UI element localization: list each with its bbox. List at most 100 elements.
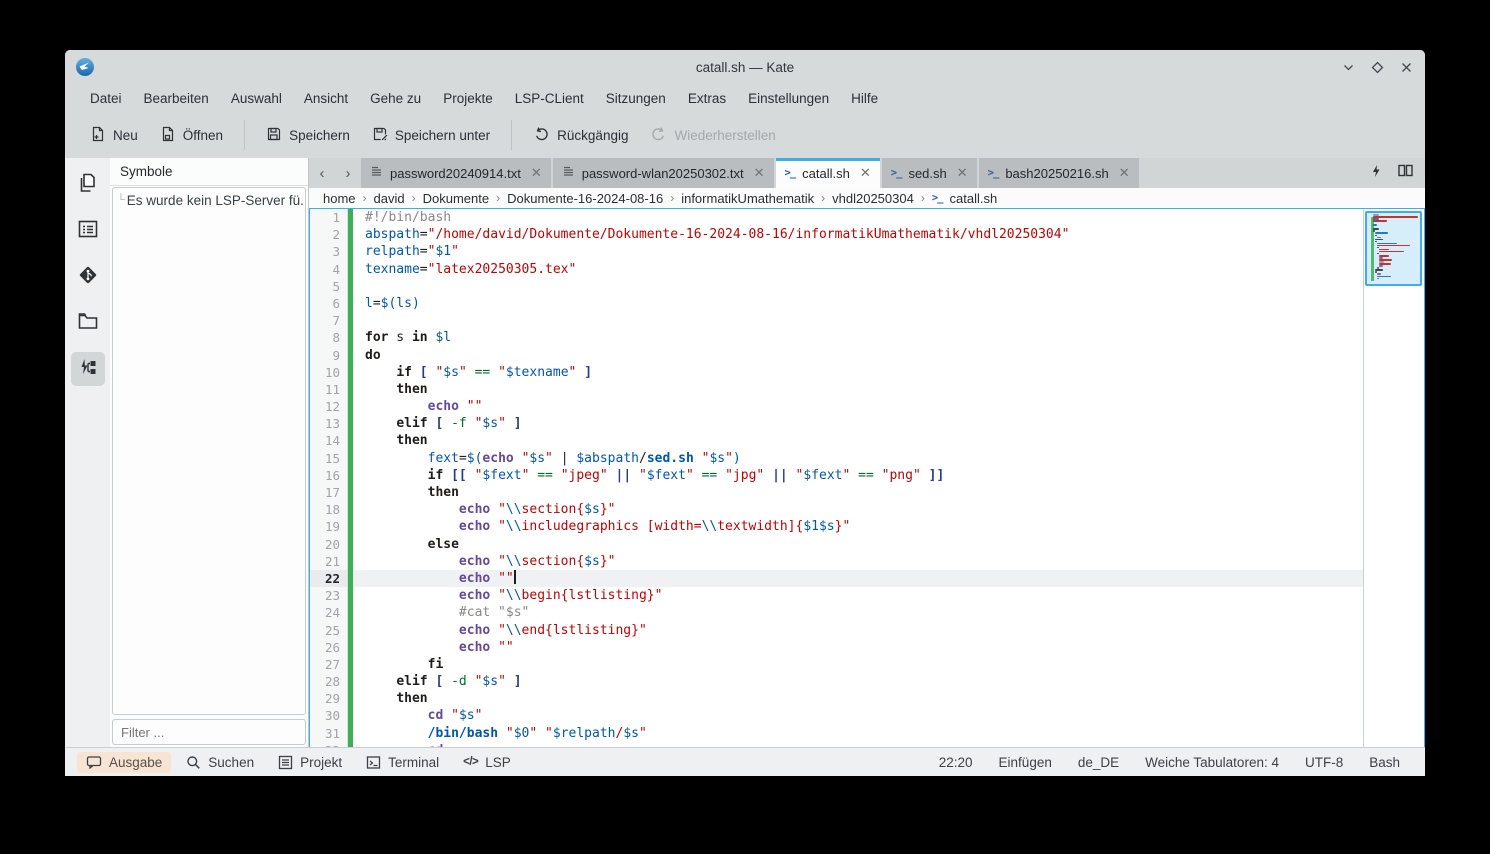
breadcrumb-segment[interactable]: david: [374, 191, 405, 206]
code-line-17[interactable]: 17 then: [310, 484, 1363, 502]
speichern-button[interactable]: Speichern: [255, 119, 361, 152]
menu-projekte[interactable]: Projekte: [432, 88, 504, 109]
tab-password20240914.txt[interactable]: password20240914.txt ✕: [361, 158, 551, 188]
code-text: relpath="$1": [365, 244, 459, 260]
code-line-18[interactable]: 18 echo "\\section{$s}": [310, 501, 1363, 519]
code-line-29[interactable]: 29 then: [310, 690, 1363, 708]
tab-close-icon[interactable]: ✕: [528, 165, 542, 181]
tab-close-icon[interactable]: ✕: [1116, 165, 1130, 181]
menu-auswahl[interactable]: Auswahl: [220, 88, 293, 109]
statusbar-field[interactable]: de_DE: [1065, 755, 1132, 770]
statusbar-lsp-toggle[interactable]: </> LSP: [454, 752, 520, 773]
code-line-27[interactable]: 27 fi: [310, 655, 1363, 674]
maximize-button[interactable]: [1371, 61, 1384, 74]
code-line-9[interactable]: 9 do: [310, 346, 1363, 364]
code-line-2[interactable]: 2 abspath="/home/david/Dokumente/Dokument…: [310, 226, 1363, 244]
tab-bash20250216.sh[interactable]: >_ bash20250216.sh ✕: [978, 158, 1139, 188]
symbols-tree[interactable]: └ Es wurde kein LSP-Server fü...: [112, 187, 306, 715]
minimize-button[interactable]: [1342, 61, 1355, 74]
breadcrumb-file[interactable]: catall.sh: [950, 191, 998, 206]
code-line-24[interactable]: 24 #cat "$s": [310, 604, 1363, 622]
menu-hilfe[interactable]: Hilfe: [840, 88, 889, 109]
minimap-scrollbar[interactable]: [1363, 209, 1424, 747]
code-line-14[interactable]: 14 then: [310, 432, 1363, 450]
code-text: echo "\\section{$s}": [458, 502, 616, 518]
code-line-6[interactable]: 6 l=$(ls): [310, 294, 1363, 313]
breadcrumb-segment[interactable]: Dokumente: [423, 191, 489, 206]
tab-close-icon[interactable]: ✕: [954, 165, 968, 181]
line-number: 22: [310, 569, 348, 588]
split-view-icon[interactable]: [1398, 164, 1413, 182]
filter-input[interactable]: [112, 719, 306, 745]
close-button[interactable]: [1400, 61, 1413, 74]
code-line-11[interactable]: 11 then: [310, 380, 1363, 399]
menu-bearbeiten[interactable]: Bearbeiten: [133, 88, 220, 109]
code-line-15[interactable]: 15 fext=$(echo "$s" | $abspath/sed.sh "$…: [310, 449, 1363, 467]
code-editor[interactable]: 1 #!/bin/bash 2 abspath="/home/david/Dokume…: [310, 209, 1363, 747]
minimap-viewport[interactable]: [1365, 211, 1422, 286]
code-line-8[interactable]: 8 for s in $l: [310, 329, 1363, 347]
sidebar-tool-lsp-symbols-icon[interactable]: [70, 352, 105, 386]
code-line-12[interactable]: 12 echo "": [310, 398, 1363, 416]
sidebar-tool-documents-icon[interactable]: [71, 168, 105, 202]
titlebar[interactable]: catall.sh — Kate: [65, 50, 1425, 84]
tab-sed.sh[interactable]: >_ sed.sh ✕: [881, 158, 977, 188]
code-line-23[interactable]: 23 echo "\\begin{lstlisting}": [310, 587, 1363, 605]
code-line-7[interactable]: 7: [310, 312, 1363, 330]
code-line-5[interactable]: 5: [310, 277, 1363, 295]
code-line-3[interactable]: 3 relpath="$1": [310, 243, 1363, 261]
code-line-4[interactable]: 4 texname="latex20250305.tex": [310, 260, 1363, 278]
menu-gehe-zu[interactable]: Gehe zu: [359, 88, 432, 109]
lightning-icon[interactable]: [1370, 164, 1382, 183]
code-text: echo "\\section{$s}": [458, 553, 616, 569]
menu-extras[interactable]: Extras: [677, 88, 737, 109]
code-line-21[interactable]: 21 echo "\\section{$s}": [310, 552, 1363, 570]
statusbar-field[interactable]: Weiche Tabulatoren: 4: [1132, 755, 1292, 770]
code-line-28[interactable]: 28 elif [ -d "$s" ]: [310, 673, 1363, 691]
breadcrumb-segment[interactable]: Dokumente-16-2024-08-16: [507, 191, 663, 206]
tabs-back-arrow[interactable]: ‹: [309, 158, 335, 188]
tabs-forward-arrow[interactable]: ›: [335, 158, 361, 188]
code-line-16[interactable]: 16 if [[ "$fext" == "jpeg" || "$fext" ==…: [310, 466, 1363, 484]
sidebar-tool-git-icon[interactable]: [71, 260, 105, 294]
statusbar-suchen-toggle[interactable]: Suchen: [177, 752, 263, 773]
menu-ansicht[interactable]: Ansicht: [293, 88, 359, 109]
menu-einstellungen[interactable]: Einstellungen: [737, 88, 840, 109]
rückgängig-button[interactable]: Rückgängig: [522, 119, 639, 152]
breadcrumb-segment[interactable]: vhdl20250304: [832, 191, 914, 206]
code-line-20[interactable]: 20 else: [310, 535, 1363, 553]
code-line-13[interactable]: 13 elif [ -f "$s" ]: [310, 415, 1363, 433]
tab-close-icon[interactable]: ✕: [751, 165, 765, 181]
statusbar-ausgabe-toggle[interactable]: Ausgabe: [77, 751, 172, 773]
menu-lsp-client[interactable]: LSP-CLient: [504, 88, 595, 109]
tab-password-wlan20250302.txt[interactable]: password-wlan20250302.txt ✕: [552, 158, 774, 188]
code-line-22[interactable]: 22 echo "": [310, 569, 1363, 588]
statusbar-field[interactable]: UTF-8: [1292, 755, 1356, 770]
code-line-31[interactable]: 31 /bin/bash "$0" "$relpath/$s": [310, 724, 1363, 742]
git-icon: [77, 264, 99, 291]
neu-button[interactable]: Neu: [79, 119, 149, 152]
statusbar-field[interactable]: Einfügen: [986, 755, 1065, 770]
code-line-30[interactable]: 30 cd "$s": [310, 707, 1363, 725]
menu-datei[interactable]: Datei: [79, 88, 133, 109]
code-line-10[interactable]: 10 if [ "$s" == "$texname" ]: [310, 363, 1363, 381]
code-line-25[interactable]: 25 echo "\\end{lstlisting}": [310, 621, 1363, 639]
code-text: texname="latex20250305.tex": [365, 261, 577, 277]
tab-close-icon[interactable]: ✕: [857, 165, 871, 181]
code-text: then: [427, 485, 459, 500]
menu-sitzungen[interactable]: Sitzungen: [595, 88, 677, 109]
code-line-19[interactable]: 19 echo "\\includegraphics [width=\\text…: [310, 518, 1363, 536]
statusbar-projekt-toggle[interactable]: Projekt: [269, 752, 351, 773]
speichern-unter-button[interactable]: Speichern unter: [361, 119, 501, 152]
sidebar-tool-list-window-icon[interactable]: [71, 214, 105, 248]
sidebar-tool-folder-icon[interactable]: [71, 306, 105, 340]
breadcrumb-segment[interactable]: home: [323, 191, 356, 206]
code-line-1[interactable]: 1 #!/bin/bash: [310, 209, 1363, 227]
statusbar-field[interactable]: Bash: [1356, 755, 1413, 770]
statusbar-terminal-toggle[interactable]: Terminal: [357, 752, 448, 773]
breadcrumb-segment[interactable]: informatikUmathematik: [681, 191, 814, 206]
statusbar-field[interactable]: 22:20: [926, 755, 986, 770]
code-line-26[interactable]: 26 echo "": [310, 638, 1363, 656]
tab-catall.sh[interactable]: >_ catall.sh ✕: [775, 158, 880, 188]
öffnen-button[interactable]: Öffnen: [149, 119, 234, 152]
